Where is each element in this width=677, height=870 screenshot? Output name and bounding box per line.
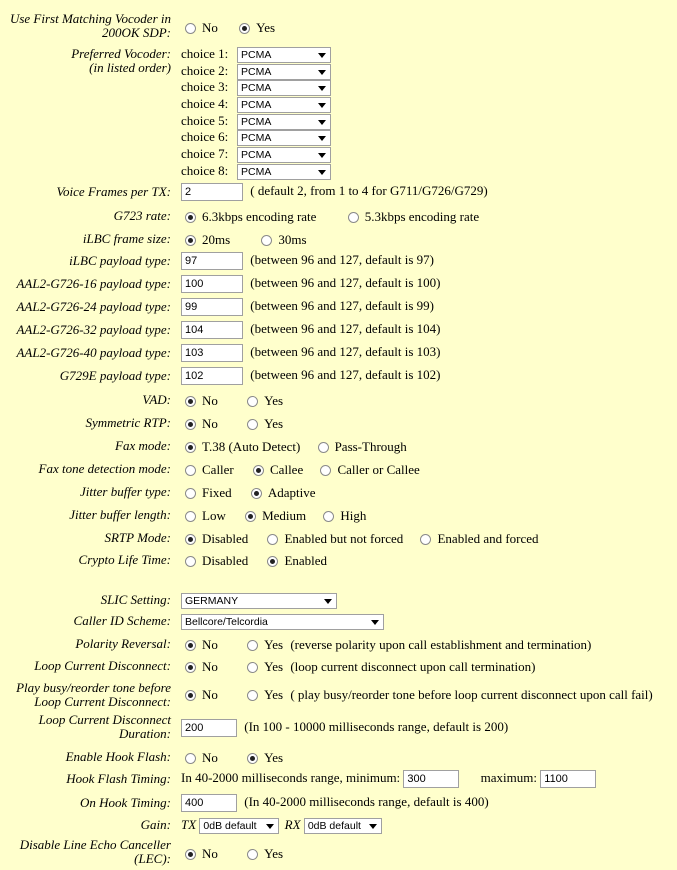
- ilbc-payload-label: iLBC payload type:: [69, 253, 171, 268]
- hook-flash-min-input[interactable]: 300: [403, 770, 460, 789]
- vad-yes-radio[interactable]: [247, 396, 259, 407]
- loop-duration-input[interactable]: 200: [181, 719, 237, 738]
- polarity-no-radio[interactable]: [185, 640, 196, 651]
- fax-tone-either-radio[interactable]: [320, 465, 332, 476]
- srtp-disabled-radio[interactable]: [185, 534, 196, 545]
- first-match-label: Use First Matching Vocoder in 200OK SDP:: [9, 11, 171, 40]
- jitter-medium-radio[interactable]: [245, 511, 257, 522]
- chevron-down-icon: [324, 599, 332, 605]
- busy-tone-yes-radio[interactable]: [247, 690, 259, 701]
- lec-yes-radio[interactable]: [247, 849, 259, 860]
- on-hook-input[interactable]: 400: [181, 794, 237, 813]
- voice-frames-note: ( default 2, from 1 to 4 for G711/G726/G…: [250, 183, 488, 198]
- choice-2-select[interactable]: PCMA: [237, 63, 331, 80]
- fax-passthrough-radio[interactable]: [317, 442, 329, 453]
- jitter-low-radio[interactable]: [185, 511, 196, 522]
- lec-label: Disable Line Echo Canceller (LEC):: [19, 837, 171, 866]
- choice-5-select[interactable]: PCMA: [237, 113, 331, 130]
- loop-duration-label: Loop Current Disconnect Duration:: [38, 712, 171, 741]
- caller-id-select[interactable]: Bellcore/Telcordia: [181, 614, 384, 631]
- chevron-down-icon: [318, 136, 326, 142]
- first-match-yes-radio[interactable]: [239, 23, 251, 34]
- choice-label: choice 4:: [181, 96, 229, 112]
- choice-label: choice 1:: [181, 46, 229, 61]
- jitter-high-radio[interactable]: [323, 511, 335, 522]
- polarity-yes-radio[interactable]: [247, 640, 259, 651]
- choice-1-select[interactable]: PCMA: [237, 47, 331, 64]
- choice-6-select[interactable]: PCMA: [237, 130, 331, 147]
- hook-flash-max-input[interactable]: 1100: [540, 770, 597, 789]
- gain-tx-select[interactable]: 0dB default: [199, 818, 280, 835]
- aal2-24-input[interactable]: 99: [181, 298, 243, 317]
- ilbc-frame-label: iLBC frame size:: [82, 231, 171, 246]
- jitter-adaptive-radio[interactable]: [250, 488, 262, 499]
- ilbc-20ms-radio[interactable]: [185, 235, 196, 246]
- chevron-down-icon: [266, 824, 275, 830]
- fax-t38-radio[interactable]: [185, 442, 196, 453]
- hook-flash-no-radio[interactable]: [185, 753, 196, 764]
- choice-label: choice 5:: [181, 112, 229, 128]
- busy-tone-no-radio[interactable]: [185, 690, 196, 701]
- lec-no-radio[interactable]: [185, 849, 196, 860]
- choice-7-select[interactable]: PCMA: [237, 147, 331, 164]
- first-match-options: No Yes: [181, 20, 289, 36]
- sym-rtp-no-radio[interactable]: [185, 419, 196, 430]
- ilbc-payload-input[interactable]: 97: [181, 252, 243, 271]
- ilbc-30ms-radio[interactable]: [261, 235, 273, 246]
- vocoder-choices: choice 1: PCMA choice 2: PCMA choice 3: PCM…: [181, 46, 331, 180]
- choice-4-select[interactable]: PCMA: [237, 97, 331, 114]
- preferred-vocoder-label: Preferred Vocoder: (in listed order): [71, 46, 171, 75]
- chevron-down-icon: [371, 620, 379, 626]
- crypto-enabled-radio[interactable]: [267, 556, 279, 567]
- loop-disc-yes-radio[interactable]: [247, 662, 259, 673]
- aal2-16-input[interactable]: 100: [181, 275, 243, 294]
- busy-tone-label: Play busy/reorder tone before Loop Curre…: [16, 680, 171, 709]
- voice-frames-label: Voice Frames per TX:: [56, 184, 171, 199]
- sym-rtp-yes-radio[interactable]: [247, 419, 259, 430]
- choice-label: choice 7:: [181, 146, 229, 162]
- hook-flash-yes-radio[interactable]: [247, 753, 259, 764]
- slic-select[interactable]: GERMANY: [181, 593, 337, 610]
- loop-disc-no-radio[interactable]: [185, 662, 196, 673]
- crypto-disabled-radio[interactable]: [185, 556, 196, 567]
- chevron-down-icon: [318, 69, 326, 75]
- choice-3-select[interactable]: PCMA: [237, 80, 331, 97]
- g723-6k3-radio[interactable]: [185, 212, 196, 223]
- chevron-down-icon: [318, 169, 326, 175]
- chevron-down-icon: [318, 153, 326, 159]
- choice-label: choice 3:: [181, 79, 229, 95]
- g723-label: G723 rate:: [113, 208, 171, 223]
- gain-rx-select[interactable]: 0dB default: [303, 818, 382, 835]
- choice-label: choice 6:: [181, 129, 229, 145]
- choice-label: choice 2:: [181, 62, 229, 78]
- chevron-down-icon: [318, 103, 326, 109]
- choice-label: choice 8:: [181, 162, 229, 178]
- chevron-down-icon: [368, 824, 377, 830]
- jitter-fixed-radio[interactable]: [185, 488, 196, 499]
- srtp-enabled-not-forced-radio[interactable]: [267, 534, 279, 545]
- g723-5k3-radio[interactable]: [347, 212, 359, 223]
- chevron-down-icon: [318, 86, 326, 92]
- first-match-no-radio[interactable]: [185, 23, 196, 34]
- vad-no-radio[interactable]: [185, 396, 196, 407]
- aal2-40-input[interactable]: 103: [181, 344, 243, 363]
- fax-tone-callee-radio[interactable]: [253, 465, 265, 476]
- voice-frames-input[interactable]: 2: [181, 183, 243, 202]
- choice-8-select[interactable]: PCMA: [237, 163, 331, 180]
- chevron-down-icon: [318, 53, 326, 59]
- g729e-input[interactable]: 102: [181, 367, 243, 386]
- chevron-down-icon: [318, 119, 326, 125]
- aal2-32-input[interactable]: 104: [181, 321, 243, 340]
- fax-tone-caller-radio[interactable]: [185, 465, 196, 476]
- srtp-enabled-forced-radio[interactable]: [420, 534, 432, 545]
